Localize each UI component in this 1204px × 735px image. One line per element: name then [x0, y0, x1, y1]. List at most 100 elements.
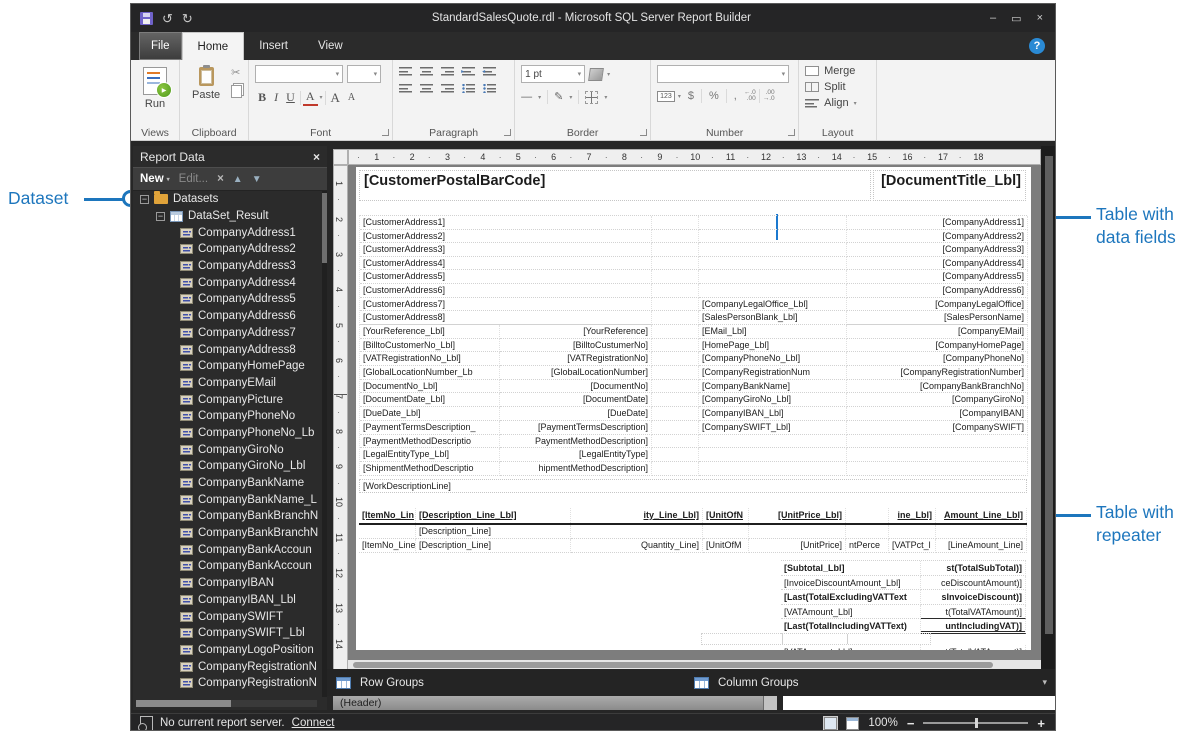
label-cell[interactable]: [DocumentDate_Lbl]: [360, 393, 500, 407]
tree-item-field[interactable]: CompanySWIFT: [133, 608, 321, 625]
label-cell[interactable]: [BilltoCustomerNo_Lbl]: [360, 339, 500, 353]
new-button[interactable]: New▾: [140, 173, 170, 185]
value-cell[interactable]: [847, 435, 1028, 449]
align-bottom-icon[interactable]: [441, 67, 454, 76]
header-cell[interactable]: [Description_Line_Lbl]: [416, 508, 571, 523]
value-cell[interactable]: PaymentMethodDescription]: [500, 435, 652, 449]
customer-address-cell[interactable]: [CustomerAddress6]: [360, 284, 652, 298]
tree-item-field[interactable]: CompanyBankBranchN: [133, 508, 321, 525]
tree-item-field[interactable]: CompanyBankName_L: [133, 491, 321, 508]
spacer-cell[interactable]: [652, 270, 699, 284]
value-cell[interactable]: [CompanyPhoneNo]: [847, 352, 1028, 366]
tab-file[interactable]: File: [139, 32, 182, 60]
header-cell[interactable]: ity_Line_Lbl]: [571, 508, 703, 523]
bullets-icon[interactable]: [462, 84, 475, 93]
fill-color-icon[interactable]: [588, 68, 604, 81]
tree-item-field[interactable]: CompanySWIFT_Lbl: [133, 625, 321, 642]
label-cell[interactable]: [VATRegistrationNo_Lbl]: [360, 352, 500, 366]
design-canvas[interactable]: [CustomerPostalBarCode] [DocumentTitle_L…: [348, 165, 1041, 670]
tree-item-field[interactable]: CompanyAddress3: [133, 258, 321, 275]
spacer-cell[interactable]: [652, 462, 699, 476]
font-color-button[interactable]: A: [303, 89, 318, 106]
tree-item-field[interactable]: CompanyAddress5: [133, 291, 321, 308]
customer-address-cell[interactable]: [CustomerAddress3]: [360, 243, 652, 257]
spacer-cell[interactable]: [652, 257, 699, 271]
report-page[interactable]: [CustomerPostalBarCode] [DocumentTitle_L…: [356, 167, 1031, 650]
increase-indent-icon[interactable]: [462, 67, 475, 76]
border-line-style-icon[interactable]: —: [521, 92, 532, 102]
tree-item-field[interactable]: CompanyGiroNo: [133, 441, 321, 458]
value-cell[interactable]: [PaymentTermsDescription]: [500, 421, 652, 435]
value-cell[interactable]: [DocumentDate]: [500, 393, 652, 407]
address-table[interactable]: [CustomerAddress1] [CompanyAddress1] [Cu…: [359, 215, 1027, 325]
tree-item-field[interactable]: CompanyAddress2: [133, 241, 321, 258]
cell[interactable]: [UnitOfM: [703, 539, 749, 553]
total-label-cell[interactable]: [Subtotal_Lbl]: [781, 561, 921, 576]
tree-item-field[interactable]: CompanyPhoneNo_Lb: [133, 425, 321, 442]
total-label-cell[interactable]: [InvoiceDiscountAmount_Lbl]: [781, 576, 921, 591]
move-down-icon[interactable]: ▼: [252, 174, 262, 185]
label-cell[interactable]: [LegalEntityType_Lbl]: [360, 448, 500, 462]
totals-table[interactable]: [Subtotal_Lbl] st(TotalSubTotal)] [Invoi…: [781, 560, 1026, 634]
zoom-slider[interactable]: [923, 722, 1028, 724]
spacer-cell[interactable]: [652, 366, 699, 380]
value-cell[interactable]: [LegalEntityType]: [500, 448, 652, 462]
header-cell[interactable]: Amount_Line_Lbl]: [936, 508, 1027, 523]
label-cell[interactable]: [HomePage_Lbl]: [699, 339, 847, 353]
textbox-work-description[interactable]: [WorkDescriptionLine]: [359, 479, 1027, 493]
value-cell[interactable]: [847, 448, 1028, 462]
undo-icon[interactable]: ↺: [162, 12, 173, 25]
header-cell[interactable]: ine_Lbl]: [889, 508, 936, 523]
borders-icon[interactable]: [585, 91, 598, 104]
value-cell[interactable]: [CompanyHomePage]: [847, 339, 1028, 353]
cell[interactable]: Quantity_Line]: [571, 539, 703, 553]
value-cell[interactable]: [CompanySWIFT]: [847, 421, 1028, 435]
company-address-cell[interactable]: [CompanyAddress5]: [847, 270, 1028, 284]
merge-button[interactable]: Merge: [805, 65, 870, 77]
cell[interactable]: [359, 525, 416, 539]
label-cell[interactable]: [PaymentMethodDescriptio: [360, 435, 500, 449]
cell[interactable]: [Description_Line]: [416, 539, 571, 553]
spacer-cell[interactable]: [652, 393, 699, 407]
value-cell[interactable]: [CompanyBankBranchNo]: [847, 380, 1028, 394]
collapse-icon[interactable]: −: [140, 195, 149, 204]
align-middle-icon[interactable]: [420, 67, 433, 76]
mid-label-cell[interactable]: [699, 216, 847, 230]
cell[interactable]: [UnitPrice]: [749, 539, 846, 553]
paste-button[interactable]: Paste: [186, 65, 226, 124]
spacer-cell[interactable]: [652, 298, 699, 312]
total-label-cell[interactable]: [Last(TotalIncludingVATText): [781, 619, 921, 634]
maximize-button[interactable]: ▭: [1011, 12, 1021, 25]
redo-icon[interactable]: ↻: [182, 12, 193, 25]
label-cell[interactable]: [GlobalLocationNumber_Lb: [360, 366, 500, 380]
label-cell[interactable]: [PaymentTermsDescription_: [360, 421, 500, 435]
spacer-cell[interactable]: [652, 435, 699, 449]
label-cell[interactable]: [CompanyIBAN_Lbl]: [699, 407, 847, 421]
help-icon[interactable]: ?: [1029, 38, 1045, 54]
tree-item-field[interactable]: CompanyBankName: [133, 475, 321, 492]
currency-icon[interactable]: $: [684, 90, 698, 102]
spacer-cell[interactable]: [652, 284, 699, 298]
spacer-cell[interactable]: [652, 380, 699, 394]
spacer-cell[interactable]: [652, 311, 699, 325]
value-cell[interactable]: [YourReference]: [500, 325, 652, 339]
group-item-handle[interactable]: [763, 696, 777, 710]
description-cell[interactable]: [Description_Line]: [416, 525, 571, 539]
align-button[interactable]: Align▾: [805, 97, 870, 109]
value-cell[interactable]: [CompanyIBAN]: [847, 407, 1028, 421]
tree-item-field[interactable]: CompanyHomePage: [133, 358, 321, 375]
value-cell[interactable]: [DueDate]: [500, 407, 652, 421]
number-format-select[interactable]: ▾: [657, 65, 789, 83]
cell[interactable]: [846, 525, 889, 539]
minimize-button[interactable]: –: [990, 12, 996, 24]
textbox-customer-postal-barcode[interactable]: [CustomerPostalBarCode]: [359, 170, 871, 201]
cell[interactable]: [ItemNo_Line]: [359, 539, 416, 553]
customer-address-cell[interactable]: [CustomerAddress7]: [360, 298, 652, 312]
italic-button[interactable]: I: [271, 90, 281, 105]
total-value-cell[interactable]: st(TotalSubTotal)]: [921, 561, 1026, 576]
shrink-font-button[interactable]: A: [345, 92, 358, 103]
mid-label-cell[interactable]: [699, 230, 847, 244]
company-address-cell[interactable]: [CompanyAddress4]: [847, 257, 1028, 271]
align-center-icon[interactable]: [420, 84, 433, 93]
company-address-cell[interactable]: [SalesPersonName]: [847, 311, 1028, 325]
